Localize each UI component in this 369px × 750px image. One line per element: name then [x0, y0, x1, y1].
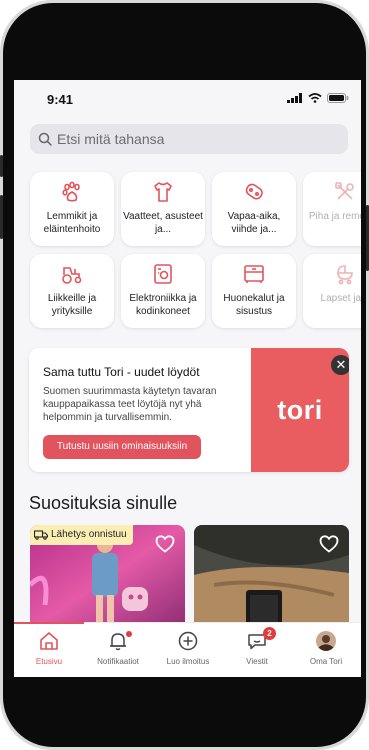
category-furniture[interactable]: Huonekalut ja sisustus	[212, 254, 296, 328]
category-label: Liikkeille ja yrityksille	[47, 293, 97, 317]
home-icon	[14, 630, 84, 654]
category-label: Lemmikit ja eläintenhoito	[43, 211, 101, 235]
tab-label: Oma Tori	[309, 657, 343, 666]
tab-create-listing[interactable]: Luo ilmoitus	[153, 623, 223, 677]
promo-title: Sama tuttu Tori - uudet löydöt	[43, 365, 200, 379]
category-label: Lapset ja ä	[320, 293, 361, 304]
message-count-badge: 2	[263, 627, 276, 640]
recommendations-title: Suosituksia sinulle	[29, 493, 178, 513]
category-label: Vapaa-aika, viihde ja...	[227, 211, 281, 235]
status-bar: 9:41	[14, 80, 361, 120]
truck-icon	[34, 530, 48, 540]
stroller-icon	[303, 262, 361, 286]
status-icons	[287, 93, 349, 103]
tools-icon	[303, 180, 361, 204]
wifi-icon	[308, 93, 322, 103]
tab-label: Notifikaatiot	[97, 657, 139, 666]
category-label: Elektroniikka ja kodinkoneet	[129, 293, 197, 317]
phone-side-button	[0, 195, 3, 239]
status-time: 9:41	[47, 92, 74, 107]
furniture-icon	[212, 262, 296, 286]
avatar	[291, 630, 361, 654]
search-bar[interactable]	[30, 124, 348, 154]
battery-icon	[327, 93, 349, 103]
category-pets[interactable]: Lemmikit ja eläintenhoito	[30, 172, 114, 246]
category-garden[interactable]: Piha ja remontoi	[303, 172, 361, 246]
tab-messages[interactable]: 2 Viestit	[222, 623, 292, 677]
listing-card[interactable]	[194, 525, 349, 630]
category-label: Piha ja remontoi	[308, 211, 361, 222]
tab-label: Etusivu	[35, 657, 63, 666]
gamepad-icon	[212, 180, 296, 204]
category-business[interactable]: Liikkeille ja yrityksille	[30, 254, 114, 328]
appliance-icon	[121, 262, 205, 286]
shirt-icon	[121, 180, 205, 204]
tab-label: Luo ilmoitus	[166, 657, 210, 666]
category-leisure[interactable]: Vapaa-aika, viihde ja...	[212, 172, 296, 246]
search-input[interactable]	[57, 131, 317, 147]
close-button[interactable]: ✕	[331, 355, 349, 375]
app-screen: 9:41 Etsi mitä tahansa Lemmikit ja eläin…	[14, 80, 361, 677]
phone-side-button	[0, 155, 3, 177]
promo-card: Sama tuttu Tori - uudet löydöt Suomen su…	[29, 348, 349, 472]
bell-icon	[83, 630, 153, 654]
shipping-badge: Lähetys onnistuu	[30, 525, 133, 545]
bottom-tab-bar: Etusivu Notifikaatiot Luo ilmoitus 2 Vie…	[14, 622, 361, 677]
chat-icon	[222, 630, 292, 654]
notification-dot	[126, 631, 132, 637]
search-icon	[38, 132, 52, 146]
category-label: Vaatteet, asusteet ja...	[123, 211, 203, 235]
tab-home[interactable]: Etusivu	[14, 623, 84, 677]
explore-features-button[interactable]: Tutustu uusiin ominaisuuksiin	[43, 435, 201, 459]
category-label: Huonekalut ja sisustus	[223, 293, 285, 317]
paw-icon	[30, 180, 114, 204]
tab-label: Viestit	[246, 657, 268, 666]
signal-icon	[287, 93, 302, 103]
listing-card[interactable]: Lähetys onnistuu	[30, 525, 185, 630]
heart-icon[interactable]	[155, 535, 175, 553]
promo-text: Suomen suurimmasta käytetyn tavaran kaup…	[43, 386, 217, 423]
heart-icon[interactable]	[319, 535, 339, 553]
category-electronics[interactable]: Elektroniikka ja kodinkoneet	[121, 254, 205, 328]
tab-notifications[interactable]: Notifikaatiot	[83, 623, 153, 677]
plus-circle-icon	[153, 630, 223, 654]
tractor-icon	[30, 262, 114, 286]
badge-label: Lähetys onnistuu	[51, 529, 127, 540]
category-clothing[interactable]: Vaatteet, asusteet ja...	[121, 172, 205, 246]
category-kids[interactable]: Lapset ja ä	[303, 254, 361, 328]
tab-profile[interactable]: Oma Tori	[291, 623, 361, 677]
